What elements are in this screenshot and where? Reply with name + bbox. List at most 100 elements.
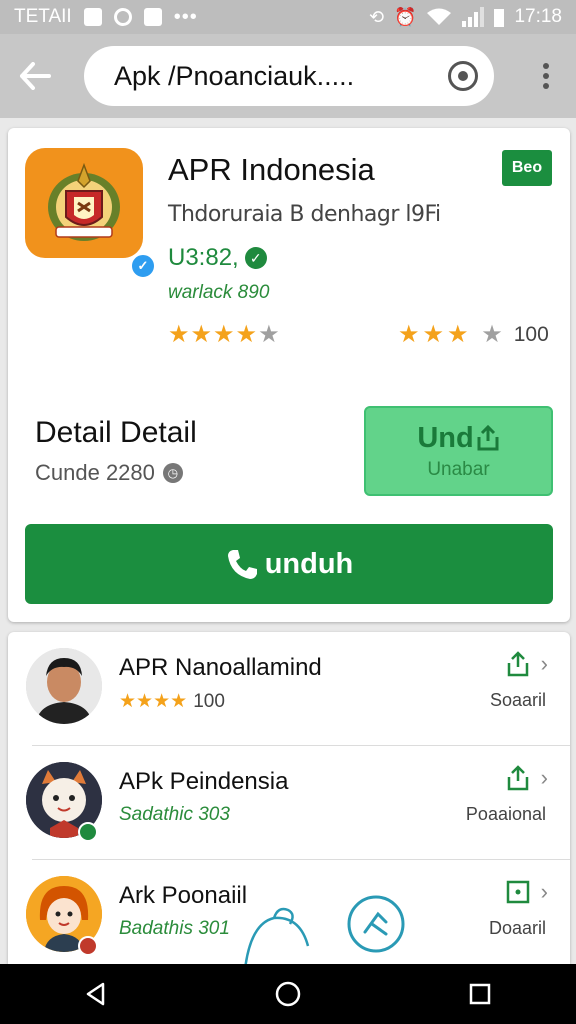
list-item-title: Ark Poonaiil	[119, 882, 248, 909]
app-title: APR Indonesia	[168, 152, 375, 187]
secondary-button-sublabel: Unabar	[427, 458, 490, 480]
star-icon: ★	[168, 321, 191, 348]
menu-dot-icon	[543, 73, 549, 79]
battery-icon	[494, 9, 505, 27]
list-item-action[interactable]: ›	[505, 878, 548, 906]
list-item-title: APR Nanoallamind	[119, 654, 322, 681]
star-icon: ★	[136, 691, 154, 712]
list-item[interactable]: APk Peindensia Sadathic 303 › Poaaional	[8, 746, 570, 860]
secondary-button-label: Und	[417, 421, 474, 454]
rating-stars-right: ★★★ ★ 100	[398, 320, 549, 349]
app-subtitle: Thdoruraia B denhagr l9Fi	[168, 202, 441, 227]
list-item-title: APk Peindensia	[119, 768, 289, 795]
phone-icon	[227, 550, 257, 579]
related-apps-list: APR Nanoallamind ★★★★ 100 › Soaaril APk …	[8, 632, 570, 964]
status-right: ⟲ ⏰ 17:18	[369, 6, 562, 28]
notification-icon	[83, 8, 102, 26]
app-detail-card: ✓ APR Indonesia Beo Thdoruraia B denhagr…	[8, 128, 570, 622]
download-button-label: unduh	[264, 547, 354, 580]
clock-icon: ◷	[162, 463, 183, 483]
chevron-right-icon: ›	[540, 651, 548, 676]
stars-group: ★★★★	[119, 690, 187, 713]
menu-dot-icon	[543, 63, 549, 69]
alarm-icon: ⏰	[394, 6, 417, 27]
rating-stars-left: ★★★★★	[168, 320, 281, 349]
list-item[interactable]: APR Nanoallamind ★★★★ 100 › Soaaril	[8, 632, 570, 746]
emblem-icon	[48, 162, 120, 241]
chevron-right-icon: ›	[540, 879, 548, 904]
signal-icon	[462, 7, 485, 27]
list-item-action-label: Poaaional	[465, 804, 546, 824]
rating-count: 100	[513, 322, 549, 346]
wifi-icon	[427, 8, 452, 25]
sync-icon	[113, 8, 132, 26]
overflow-menu-button[interactable]	[516, 34, 576, 118]
stars-group: ★★★ ★	[398, 320, 506, 349]
star-icon: ★	[447, 321, 472, 348]
nav-home-button[interactable]	[258, 964, 318, 1024]
url-bar[interactable]: Apk /Pnoanciauk.....	[84, 46, 494, 106]
back-button[interactable]	[0, 34, 70, 118]
detail-subtitle: Cunde 2280	[35, 460, 155, 485]
version-text: U3:82,	[168, 244, 239, 271]
status-bar: TETAII ••• ⟲ ⏰ 17:18	[0, 0, 576, 34]
tutorial-overlay-icon	[244, 895, 405, 964]
recents-square-icon	[469, 983, 491, 1005]
navigation-bar	[0, 964, 576, 1024]
verified-badge-icon: ✓	[129, 252, 157, 280]
menu-dot-icon	[543, 83, 549, 89]
detail-subtitle-row: Cunde 2280 ◷	[35, 460, 183, 486]
list-item-subtitle: Badathis 301	[119, 918, 230, 939]
star-icon: ★	[422, 321, 448, 348]
star-icon: ★	[398, 321, 423, 348]
share-icon	[507, 651, 528, 677]
square-icon	[506, 880, 529, 904]
status-left: TETAII •••	[14, 6, 198, 29]
download-button[interactable]: unduh	[25, 524, 553, 604]
star-icon: ★	[235, 321, 259, 348]
secondary-button-main: Und	[417, 422, 499, 455]
url-text[interactable]: Apk /Pnoanciauk.....	[114, 61, 448, 92]
app-icon[interactable]: ✓	[25, 148, 157, 280]
triangle-back-icon	[86, 982, 105, 1006]
detail-heading: Detail Detail	[35, 416, 197, 449]
share-icon	[507, 765, 528, 791]
star-icon: ★	[153, 691, 171, 712]
back-arrow-icon	[20, 62, 51, 90]
star-icon: ★	[190, 321, 214, 348]
home-circle-icon	[275, 981, 301, 1007]
check-icon: ✓	[244, 247, 267, 269]
target-icon[interactable]	[448, 61, 478, 91]
more-notifications-icon: •••	[173, 5, 198, 28]
clock-text: 17:18	[514, 6, 562, 27]
message-icon	[143, 8, 162, 26]
list-item-action-label: Soaaril	[489, 690, 546, 710]
person-avatar-icon	[26, 648, 102, 724]
nav-recents-button[interactable]	[450, 964, 510, 1024]
app-note: warlack 890	[168, 282, 270, 303]
list-item-subtitle: 100	[193, 690, 225, 712]
list-item[interactable]: Ark Poonaiil Badathis 301 › Doaaril	[8, 860, 570, 964]
star-empty-icon: ★	[258, 321, 281, 348]
avatar	[26, 648, 102, 724]
share-icon	[477, 425, 499, 451]
browser-toolbar: Apk /Pnoanciauk.....	[0, 34, 576, 118]
list-item-rating: ★★★★ 100	[119, 690, 225, 713]
star-icon: ★	[119, 691, 137, 712]
chevron-right-icon: ›	[540, 765, 548, 790]
list-item-action[interactable]: ›	[505, 650, 548, 678]
version-row: U3:82, ✓	[168, 244, 267, 272]
tag-badge: Beo	[502, 150, 552, 186]
nav-back-button[interactable]	[66, 964, 126, 1024]
star-icon: ★	[213, 321, 236, 348]
list-item-action[interactable]: ›	[505, 764, 548, 792]
online-badge-icon	[78, 822, 98, 842]
carrier-text: TETAII	[14, 6, 72, 27]
vibrate-icon: ⟲	[368, 6, 385, 27]
star-empty-icon: ★	[481, 321, 506, 348]
alert-badge-icon	[78, 936, 98, 956]
list-item-action-label: Doaaril	[488, 918, 546, 938]
list-item-subtitle: Sadathic 303	[119, 804, 230, 825]
secondary-download-button[interactable]: Und Unabar	[364, 406, 553, 496]
star-icon: ★	[170, 691, 188, 712]
